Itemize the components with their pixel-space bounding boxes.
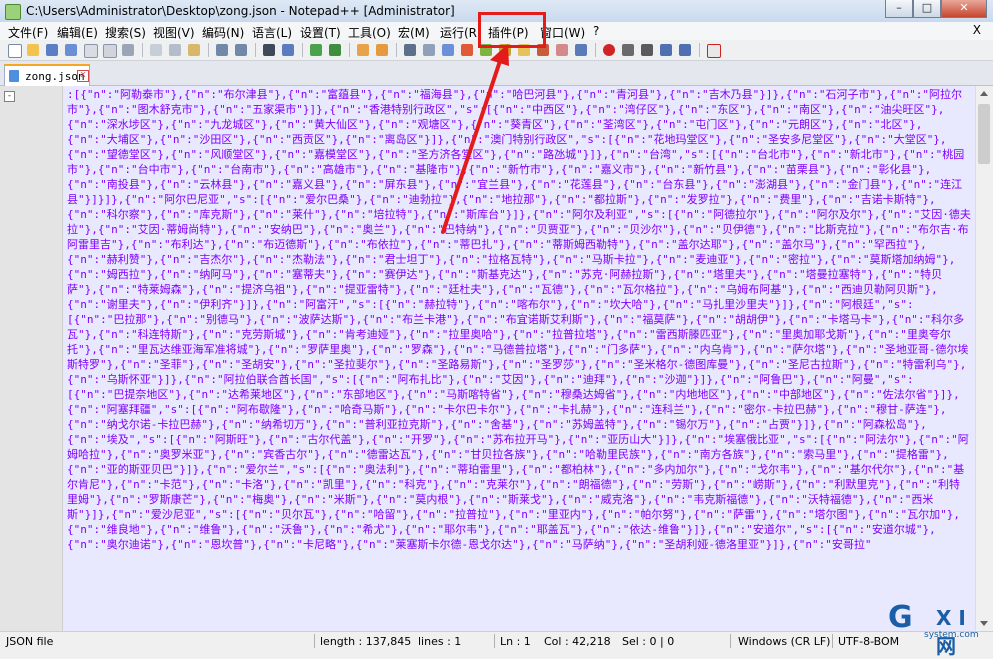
menu-edit[interactable]: 编辑(E) <box>57 24 98 41</box>
word-wrap-icon[interactable] <box>402 42 418 58</box>
play-macro-icon[interactable] <box>639 42 655 58</box>
scroll-thumb[interactable] <box>978 104 990 164</box>
fold-marker-icon[interactable]: - <box>4 91 15 102</box>
language-define-icon[interactable] <box>459 42 475 58</box>
close-icon[interactable] <box>82 42 98 58</box>
menu-encoding[interactable]: 编码(N) <box>202 24 244 41</box>
status-selection: Sel : 0 | 0 <box>622 635 675 648</box>
status-separator <box>494 634 495 648</box>
replace-icon[interactable] <box>280 42 296 58</box>
menu-view[interactable]: 视图(V) <box>153 24 195 41</box>
close-window-button[interactable]: ✕ <box>941 0 987 18</box>
close-document-button[interactable]: X <box>973 23 981 37</box>
view-eye-icon[interactable] <box>573 42 589 58</box>
menu-settings[interactable]: 设置(T) <box>300 24 341 41</box>
maximize-button[interactable]: □ <box>913 0 941 18</box>
sync-horizontal-icon[interactable] <box>374 42 390 58</box>
menu-window[interactable]: 窗口(W) <box>540 24 585 41</box>
indent-guide-icon[interactable] <box>440 42 456 58</box>
status-bar: JSON file length : 137,845 lines : 1 Ln … <box>0 631 993 651</box>
save-macro-icon[interactable] <box>677 42 693 58</box>
status-separator <box>832 634 833 648</box>
editor: - :[{"n":"阿勒泰市"},{"n":"布尔津县"},{"n":"富蕴县"… <box>0 86 993 631</box>
file-icon <box>9 70 19 82</box>
line-number-gutter: - <box>0 86 63 631</box>
new-file-icon[interactable] <box>6 42 22 58</box>
tab-zong-json[interactable]: zong.json x <box>4 64 90 86</box>
menu-macro[interactable]: 宏(M) <box>398 24 430 41</box>
status-file-type: JSON file <box>6 635 54 648</box>
menu-search[interactable]: 搜索(S) <box>105 24 146 41</box>
vertical-scrollbar[interactable] <box>975 86 993 631</box>
save-icon[interactable] <box>44 42 60 58</box>
toolbar-separator <box>302 43 303 57</box>
toolbar-separator <box>396 43 397 57</box>
toolbar-separator <box>595 43 596 57</box>
status-length: length : 137,845 <box>320 635 412 648</box>
menu-tools[interactable]: 工具(O) <box>348 24 391 41</box>
panel-icon[interactable] <box>554 42 570 58</box>
menu-file[interactable]: 文件(F) <box>8 24 48 41</box>
status-eol: Windows (CR LF) <box>738 635 831 648</box>
menu-help[interactable]: ? <box>593 24 599 38</box>
tab-close-icon[interactable]: x <box>77 70 89 82</box>
stop-macro-icon[interactable] <box>620 42 636 58</box>
zoom-out-icon[interactable] <box>327 42 343 58</box>
watermark-g: G <box>888 600 913 635</box>
cut-icon[interactable] <box>148 42 164 58</box>
window-title: C:\Users\Administrator\Desktop\zong.json… <box>26 4 455 18</box>
status-lines: lines : 1 <box>418 635 462 648</box>
notepadpp-app-icon <box>5 4 21 20</box>
paste-icon[interactable] <box>186 42 202 58</box>
status-column: Col : 42,218 <box>544 635 611 648</box>
status-separator <box>730 634 731 648</box>
toolbar-separator <box>142 43 143 57</box>
tab-label: zong.json <box>25 70 85 83</box>
record-macro-icon[interactable] <box>601 42 617 58</box>
minimize-button[interactable]: – <box>885 0 913 18</box>
toolbar-separator <box>699 43 700 57</box>
plugins-menu-highlight <box>478 12 546 48</box>
close-all-icon[interactable] <box>101 42 117 58</box>
save-all-icon[interactable] <box>63 42 79 58</box>
editor-text-area[interactable]: :[{"n":"阿勒泰市"},{"n":"布尔津县"},{"n":"富蕴县"},… <box>63 86 975 631</box>
watermark-site: system.com <box>924 630 979 640</box>
toolbar-separator <box>349 43 350 57</box>
redo-icon[interactable] <box>233 42 249 58</box>
open-file-icon[interactable] <box>25 42 41 58</box>
copy-icon[interactable] <box>167 42 183 58</box>
sync-vertical-icon[interactable] <box>355 42 371 58</box>
status-line-number: Ln : 1 <box>500 635 531 648</box>
toolbar-separator <box>255 43 256 57</box>
status-separator <box>314 634 315 648</box>
scroll-up-icon[interactable] <box>980 91 988 96</box>
window-controls: – □ ✕ <box>885 0 987 18</box>
spell-check-icon[interactable] <box>705 42 721 58</box>
run-macro-multiple-icon[interactable] <box>658 42 674 58</box>
undo-icon[interactable] <box>214 42 230 58</box>
tab-bar: zong.json x <box>0 61 993 86</box>
zoom-in-icon[interactable] <box>308 42 324 58</box>
json-content[interactable]: :[{"n":"阿勒泰市"},{"n":"布尔津县"},{"n":"富蕴县"},… <box>67 87 971 552</box>
find-icon[interactable] <box>261 42 277 58</box>
menu-run[interactable]: 运行(R) <box>440 24 482 41</box>
show-all-chars-icon[interactable] <box>421 42 437 58</box>
toolbar-separator <box>208 43 209 57</box>
menu-language[interactable]: 语言(L) <box>252 24 292 41</box>
gxi-watermark-logo: G X I 网 system.com <box>888 600 988 658</box>
print-icon[interactable] <box>120 42 136 58</box>
